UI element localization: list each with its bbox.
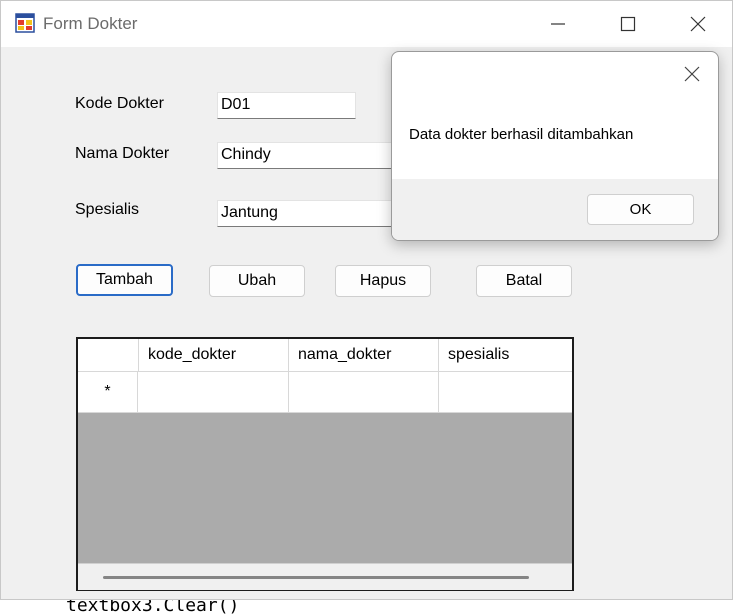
maximize-icon (620, 16, 636, 32)
kode-dokter-label: Kode Dokter (75, 95, 164, 112)
new-row-cell-kode-dokter[interactable] (138, 372, 289, 413)
close-button[interactable] (663, 1, 733, 47)
column-header-nama-dokter[interactable]: nama_dokter (289, 339, 439, 371)
ubah-button[interactable]: Ubah (209, 265, 305, 297)
minimize-icon (551, 23, 565, 25)
new-row-cell-nama-dokter[interactable] (289, 372, 439, 413)
column-header-kode-dokter[interactable]: kode_dokter (139, 339, 289, 371)
dokter-data-grid[interactable]: kode_dokter nama_dokter spesialis * (76, 337, 574, 591)
scrollbar-thumb[interactable] (103, 576, 529, 579)
new-row-marker: * (78, 372, 138, 413)
maximize-button[interactable] (593, 1, 663, 47)
dialog-close-button[interactable] (680, 62, 704, 86)
spesialis-input[interactable]: Jantung (217, 200, 417, 227)
dialog-message: Data dokter berhasil ditambahkan (409, 126, 634, 143)
close-icon (690, 16, 706, 32)
horizontal-scrollbar[interactable] (78, 563, 572, 590)
grid-new-row[interactable]: * (78, 372, 572, 413)
window-title: Form Dokter (43, 14, 138, 33)
ok-button[interactable]: OK (587, 194, 694, 225)
grid-header-row: kode_dokter nama_dokter spesialis (78, 339, 572, 372)
form-app-icon (15, 13, 35, 33)
tambah-button[interactable]: Tambah (76, 264, 173, 296)
title-bar[interactable]: Form Dokter (1, 1, 732, 47)
nama-dokter-label: Nama Dokter (75, 145, 170, 162)
kode-dokter-input[interactable]: D01 (217, 92, 356, 119)
close-icon (684, 66, 700, 82)
spesialis-label: Spesialis (75, 201, 140, 218)
hapus-button[interactable]: Hapus (335, 265, 431, 297)
new-row-cell-spesialis[interactable] (439, 372, 572, 413)
message-dialog: Data dokter berhasil ditambahkan OK (391, 51, 719, 241)
batal-button[interactable]: Batal (476, 265, 572, 297)
row-header-corner[interactable] (78, 339, 139, 371)
nama-dokter-input[interactable]: Chindy (217, 142, 417, 169)
minimize-button[interactable] (523, 1, 593, 47)
column-header-spesialis[interactable]: spesialis (439, 339, 572, 371)
dialog-footer: OK (392, 179, 718, 240)
